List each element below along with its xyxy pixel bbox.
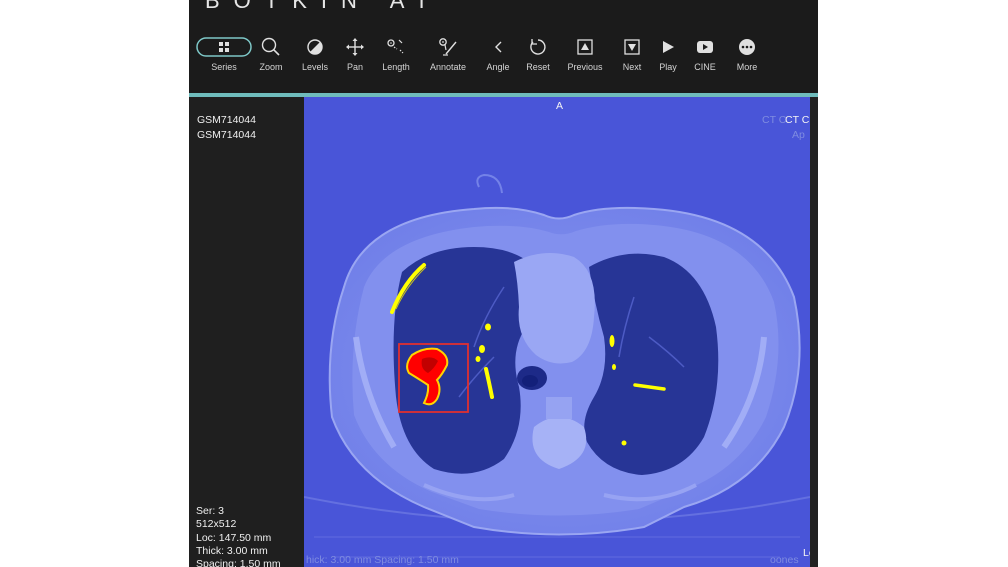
angle-icon [495, 41, 502, 53]
next-button[interactable]: Next [617, 34, 647, 80]
play-icon [663, 41, 674, 53]
ct-scan-image [304, 97, 810, 567]
info-panel: GSM714044 GSM714044 Ser: 3 512x512 Loc: … [189, 97, 304, 567]
bottom-right-label: Lo [803, 547, 810, 559]
right-scroll-strip[interactable] [810, 97, 818, 567]
slice-location: Loc: 147.50 mm [196, 532, 272, 544]
pan-button[interactable]: Pan [341, 34, 369, 80]
orientation-marker-top: A [556, 100, 564, 112]
matrix-size: 512x512 [196, 518, 237, 530]
bottom-right-faded: oones [770, 554, 799, 566]
reset-button[interactable]: Reset [523, 34, 553, 80]
play-button[interactable]: Play [654, 34, 682, 80]
viewer-app: BOTKIN AI Series Zoom Levels Pan Length … [189, 0, 818, 567]
study-title-faded: CT C [762, 114, 787, 126]
previous-button[interactable]: Previous [564, 34, 606, 80]
top-bar: BOTKIN AI Series Zoom Levels Pan Length … [189, 0, 818, 93]
levels-button[interactable]: Levels [297, 34, 333, 80]
study-subtitle-faded: Ap [792, 129, 805, 141]
zoom-label: Zoom [259, 62, 283, 72]
annotate-icon [439, 38, 457, 56]
previous-label: Previous [567, 62, 603, 72]
toolbar: Series Zoom Levels Pan Length Annotate A… [189, 34, 818, 84]
cine-label: CINE [694, 62, 716, 72]
series-button[interactable]: Series [196, 34, 252, 80]
length-label: Length [382, 62, 410, 72]
next-label: Next [622, 62, 642, 72]
angle-label: Angle [486, 62, 510, 72]
angle-button[interactable]: Angle [483, 34, 513, 80]
grid-icon [196, 37, 252, 57]
more-label: More [736, 62, 758, 72]
image-viewport[interactable]: A CT C CT CH Ap hick: 3.00 mm Spacing: 1… [304, 97, 810, 567]
more-dots-icon [739, 39, 755, 55]
series-label: Series [211, 62, 237, 72]
series-number: Ser: 3 [196, 505, 225, 517]
cine-button[interactable]: CINE [690, 34, 720, 80]
length-button[interactable]: Length [379, 34, 413, 80]
contrast-icon [307, 39, 323, 55]
next-icon [624, 39, 640, 55]
zoom-button[interactable]: Zoom [256, 34, 286, 80]
patient-id: GSM714044 [197, 114, 256, 126]
study-title: CT CH [785, 114, 810, 126]
levels-label: Levels [301, 62, 328, 72]
more-button[interactable]: More [732, 34, 762, 80]
magnifier-icon [261, 37, 280, 56]
play-label: Play [659, 62, 677, 72]
move-arrows-icon [346, 38, 364, 56]
previous-icon [577, 39, 593, 55]
slice-spacing: Spacing: 1.50 mm [196, 558, 281, 567]
reset-label: Reset [526, 62, 550, 72]
annotate-label: Annotate [429, 62, 467, 72]
slice-thickness: Thick: 3.00 mm [196, 545, 268, 557]
cine-icon [697, 41, 713, 53]
reset-icon [530, 39, 546, 55]
bottom-info-faded: hick: 3.00 mm Spacing: 1.50 mm [306, 554, 459, 566]
ruler-icon [387, 39, 404, 54]
annotate-button[interactable]: Annotate [425, 34, 471, 80]
patient-name: GSM714044 [197, 129, 256, 141]
brand-logo: BOTKIN AI [205, 0, 439, 13]
pan-label: Pan [346, 62, 363, 72]
